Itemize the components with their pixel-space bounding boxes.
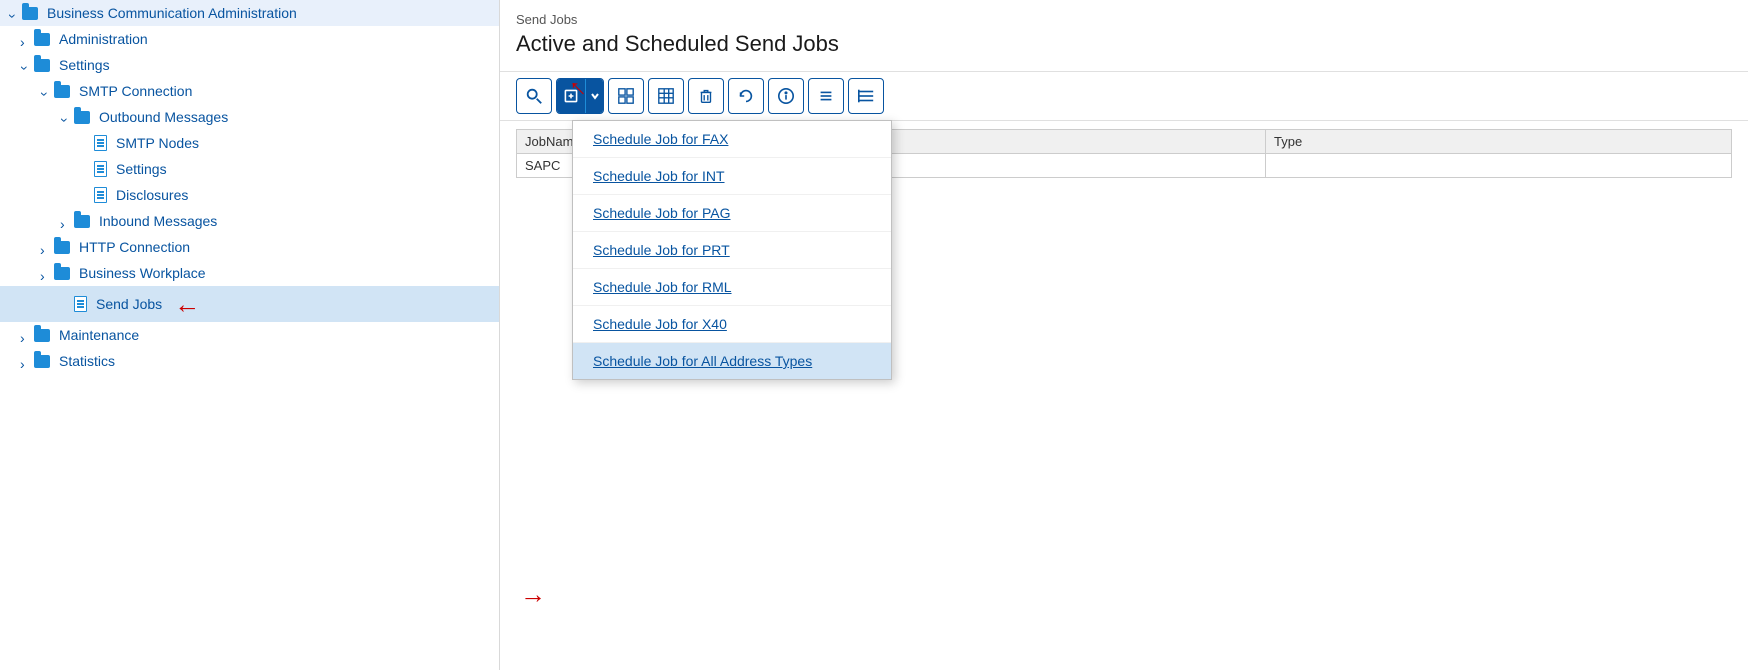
new-dropdown-chevron[interactable]: [585, 79, 603, 113]
chevron-bizwp: [40, 268, 50, 278]
tree-item-bca[interactable]: Business Communication Administration: [0, 0, 499, 26]
tree-label-http: HTTP Connection: [79, 239, 190, 255]
tree-item-statistics[interactable]: Statistics: [0, 348, 499, 374]
delete-button[interactable]: [688, 78, 724, 114]
chevron-inbound: [60, 216, 70, 226]
new-button-main[interactable]: [557, 79, 585, 113]
tree-item-smtp[interactable]: SMTP Connection: [0, 78, 499, 104]
dropdown-menu: Schedule Job for FAX Schedule Job for IN…: [572, 120, 892, 380]
panel-header: Send Jobs Active and Scheduled Send Jobs: [500, 0, 1748, 72]
list2-button[interactable]: [848, 78, 884, 114]
dropdown-item-prt[interactable]: Schedule Job for PRT: [573, 232, 891, 269]
tree-navigation: Business Communication Administration Ad…: [0, 0, 500, 670]
dropdown-item-fax[interactable]: Schedule Job for FAX: [573, 121, 891, 158]
tree-item-smtpsettings[interactable]: Settings: [0, 156, 499, 182]
tree-item-administration[interactable]: Administration: [0, 26, 499, 52]
chevron-admin: [20, 34, 30, 44]
main-content-panel: Send Jobs Active and Scheduled Send Jobs: [500, 0, 1748, 670]
col-type: Type: [1266, 130, 1732, 154]
tree-label-inbound: Inbound Messages: [99, 213, 217, 229]
tree-label-bca: Business Communication Administration: [47, 5, 297, 21]
tree-label-bizwp: Business Workplace: [79, 265, 206, 281]
folder-icon-settings: [34, 59, 54, 72]
dropdown-item-all[interactable]: Schedule Job for All Address Types: [573, 343, 891, 379]
folder-icon-bizwp: [54, 267, 74, 280]
tree-label-smtpsettings: Settings: [116, 161, 167, 177]
chevron-maintenance: [20, 330, 30, 340]
chevron-settings: [20, 60, 30, 70]
info-button[interactable]: [768, 78, 804, 114]
tree-item-bizwp[interactable]: Business Workplace: [0, 260, 499, 286]
refresh-button[interactable]: [728, 78, 764, 114]
chevron-smtp: [40, 86, 50, 96]
tree-item-outbound[interactable]: Outbound Messages: [0, 104, 499, 130]
folder-icon-maintenance: [34, 329, 54, 342]
tree-label-statistics: Statistics: [59, 353, 115, 369]
grid-button[interactable]: [648, 78, 684, 114]
doc-icon-smtpnodes: [94, 135, 111, 151]
folder-icon-statistics: [34, 355, 54, 368]
dropdown-item-pag[interactable]: Schedule Job for PAG: [573, 195, 891, 232]
doc-icon-sendjobs: [74, 296, 91, 312]
panel-breadcrumb: Send Jobs: [516, 12, 1732, 27]
tree-label-admin: Administration: [59, 31, 148, 47]
panel-heading: Active and Scheduled Send Jobs: [516, 31, 1732, 57]
arrow-dropdown-bottom: →: [520, 579, 546, 610]
dropdown-item-x40[interactable]: Schedule Job for X40: [573, 306, 891, 343]
chevron-statistics: [20, 356, 30, 366]
folder-icon-outbound: [74, 111, 94, 124]
toolbar: ←: [500, 72, 1748, 121]
tree-label-disclosures: Disclosures: [116, 187, 188, 203]
folder-icon-bca: [22, 7, 42, 20]
detail-button[interactable]: [608, 78, 644, 114]
tree-label-smtp: SMTP Connection: [79, 83, 192, 99]
tree-item-maintenance[interactable]: Maintenance: [0, 322, 499, 348]
tree-label-maintenance: Maintenance: [59, 327, 139, 343]
folder-icon-inbound: [74, 215, 94, 228]
folder-icon-http: [54, 241, 74, 254]
new-dropdown-button[interactable]: [556, 78, 604, 114]
tree-label-outbound: Outbound Messages: [99, 109, 228, 125]
chevron-http: [40, 242, 50, 252]
tree-label-smtpnodes: SMTP Nodes: [116, 135, 199, 151]
tree-item-http[interactable]: HTTP Connection: [0, 234, 499, 260]
chevron-outbound: [60, 112, 70, 122]
list1-button[interactable]: [808, 78, 844, 114]
chevron-bca: [8, 8, 18, 18]
tree-item-sendjobs[interactable]: Send Jobs ←: [0, 286, 499, 322]
tree-item-inbound[interactable]: Inbound Messages: [0, 208, 499, 234]
folder-icon-admin: [34, 33, 54, 46]
folder-icon-smtp: [54, 85, 74, 98]
cell-type: [1266, 154, 1732, 178]
tree-label-sendjobs: Send Jobs: [96, 296, 162, 312]
doc-icon-disclosures: [94, 187, 111, 203]
tree-label-settings: Settings: [59, 57, 110, 73]
search-button[interactable]: [516, 78, 552, 114]
tree-item-disclosures[interactable]: Disclosures: [0, 182, 499, 208]
dropdown-item-int[interactable]: Schedule Job for INT: [573, 158, 891, 195]
tree-item-smtpnodes[interactable]: SMTP Nodes: [0, 130, 499, 156]
dropdown-item-rml[interactable]: Schedule Job for RML: [573, 269, 891, 306]
doc-icon-smtpsettings: [94, 161, 111, 177]
tree-item-settings[interactable]: Settings: [0, 52, 499, 78]
arrow-sendjobs: ←: [174, 291, 200, 317]
